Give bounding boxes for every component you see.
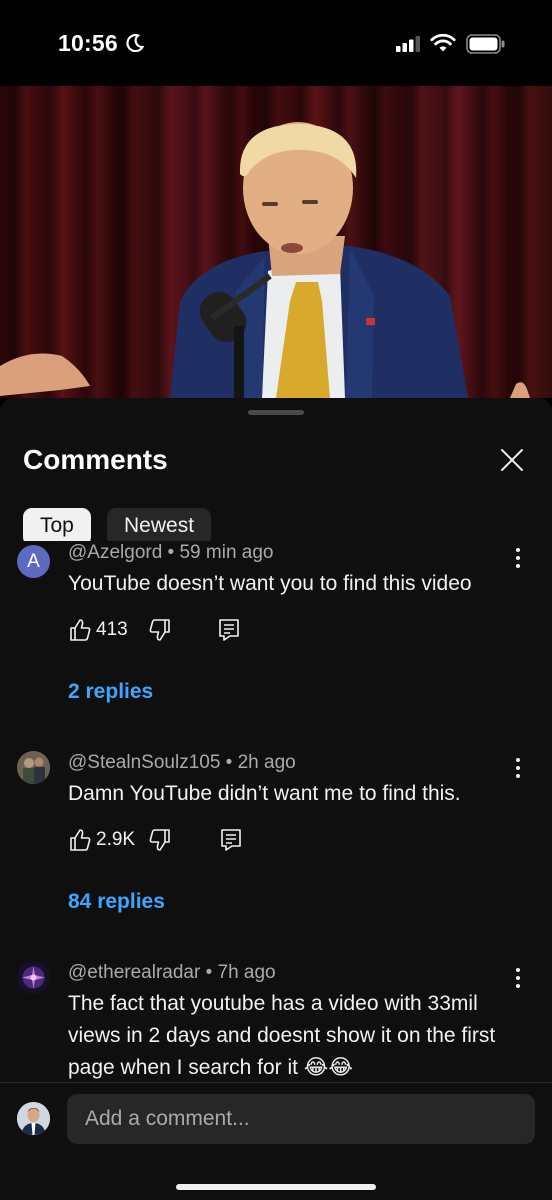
more-vert-icon[interactable] [512,967,524,989]
thumbs-down-icon[interactable] [148,618,172,642]
comment-text: The fact that youtube has a video with 3… [68,992,496,1079]
signal-icon [396,36,420,52]
avatar[interactable] [17,961,50,994]
reply-icon[interactable] [220,828,242,852]
thumbs-up-icon[interactable] [68,828,92,852]
home-indicator [176,1184,376,1190]
moon-icon [126,34,144,52]
replies-link[interactable]: 84 replies [68,890,165,914]
avatar-image [17,961,50,994]
thumbs-down-icon[interactable] [148,828,172,852]
drag-handle[interactable] [248,410,304,415]
status-bar: 10:56 [0,0,552,86]
replies-link[interactable]: 2 replies [68,680,153,704]
add-comment-input[interactable] [67,1094,535,1144]
reply-icon[interactable] [218,618,240,642]
comments-list[interactable]: A @Azelgord • 59 min ago YouTube doesn’t… [0,541,552,1081]
comment-text: YouTube doesn’t want you to find this vi… [68,572,472,595]
like-count: 2.9K [96,829,136,850]
comments-sheet: Comments Top Newest A @Azelgord • 59 min… [0,398,552,1200]
more-vert-icon[interactable] [512,757,524,779]
comment-text: Damn YouTube didn’t want me to find this… [68,782,461,805]
avatar-image [17,751,50,784]
comment-meta: @StealnSoulz105 • 2h ago [68,752,296,773]
avatar[interactable]: A [17,545,50,578]
more-vert-icon[interactable] [512,547,524,569]
wifi-icon [430,33,456,52]
comment-meta: @etherealradar • 7h ago [68,962,276,983]
thumbs-up-icon[interactable] [68,618,92,642]
like-count: 413 [96,619,128,640]
close-icon[interactable] [500,448,524,472]
avatar-image [17,1102,50,1135]
add-comment-bar [0,1082,552,1200]
comment-meta: @Azelgord • 59 min ago [68,542,274,563]
video-thumbnail [0,122,530,398]
avatar[interactable] [17,751,50,784]
battery-icon [466,34,505,54]
video-player[interactable] [0,86,552,398]
status-time: 10:56 [58,30,118,56]
my-avatar[interactable] [17,1102,50,1135]
sheet-title: Comments [23,444,168,475]
